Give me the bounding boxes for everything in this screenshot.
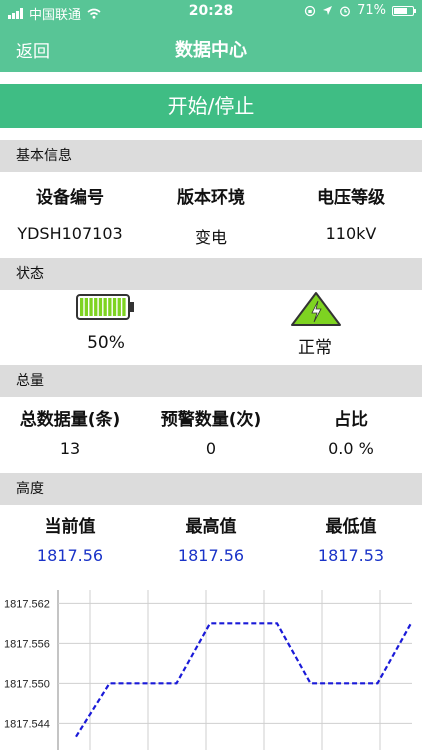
ratio-value: 0.0 % — [281, 439, 421, 458]
battery-bar — [118, 298, 121, 316]
height-series-line — [76, 623, 411, 736]
battery-bar — [85, 298, 88, 316]
alarm-icon — [339, 5, 351, 17]
y-tick-label: 1817.556 — [4, 638, 50, 650]
y-tick-label: 1817.550 — [4, 678, 50, 690]
ratio-label: 占比 — [281, 405, 421, 430]
battery-bar — [99, 298, 102, 316]
section-header-total: 总量 — [0, 365, 422, 397]
section-header-status: 状态 — [0, 258, 422, 290]
battery-bar — [89, 298, 92, 316]
battery-percent: 71% — [357, 3, 386, 18]
warning-count-label: 预警数量(次) — [141, 405, 281, 430]
height-line-chart: 1817.562 1817.556 1817.550 1817.544 — [0, 580, 422, 750]
warning-status-icon — [290, 291, 342, 327]
voltage-level-value: 110kV — [281, 224, 421, 243]
battery-icon — [392, 6, 414, 16]
battery-bar — [122, 298, 125, 316]
warning-count-value: 0 — [141, 439, 281, 458]
battery-bar — [108, 298, 111, 316]
max-value-label: 最高值 — [141, 512, 281, 537]
page-title: 数据中心 — [0, 36, 422, 62]
battery-bar — [80, 298, 83, 316]
battery-bar — [104, 298, 107, 316]
battery-bar — [113, 298, 116, 316]
total-data-value: 13 — [0, 439, 140, 458]
current-value-label: 当前值 — [0, 512, 140, 537]
location-icon — [322, 5, 333, 16]
current-value: 1817.56 — [0, 546, 140, 565]
device-number-label: 设备编号 — [0, 183, 140, 208]
section-header-basic-info: 基本信息 — [0, 140, 422, 172]
section-header-height: 高度 — [0, 473, 422, 505]
max-value: 1817.56 — [141, 546, 281, 565]
status-bar: 中国联通 20:28 71% — [0, 0, 422, 24]
status-state-text: 正常 — [245, 333, 385, 358]
battery-bar — [94, 298, 97, 316]
min-value: 1817.53 — [281, 546, 421, 565]
version-env-label: 版本环境 — [141, 183, 281, 208]
start-stop-button[interactable]: 开始/停止 — [0, 84, 422, 128]
y-tick-label: 1817.562 — [4, 598, 50, 610]
y-tick-label: 1817.544 — [4, 718, 50, 730]
voltage-level-label: 电压等级 — [281, 183, 421, 208]
min-value-label: 最低值 — [281, 512, 421, 537]
nav-bar: 返回 数据中心 — [0, 24, 422, 72]
orientation-lock-icon — [304, 5, 316, 17]
device-number-value: YDSH107103 — [0, 224, 140, 243]
version-env-value: 变电 — [141, 224, 281, 248]
battery-level-icon — [76, 294, 136, 322]
total-data-label: 总数据量(条) — [0, 405, 140, 430]
status-right: 71% — [304, 3, 414, 18]
height-chart: 1817.562 1817.556 1817.550 1817.544 — [0, 580, 422, 750]
battery-level-text: 50% — [36, 333, 176, 353]
